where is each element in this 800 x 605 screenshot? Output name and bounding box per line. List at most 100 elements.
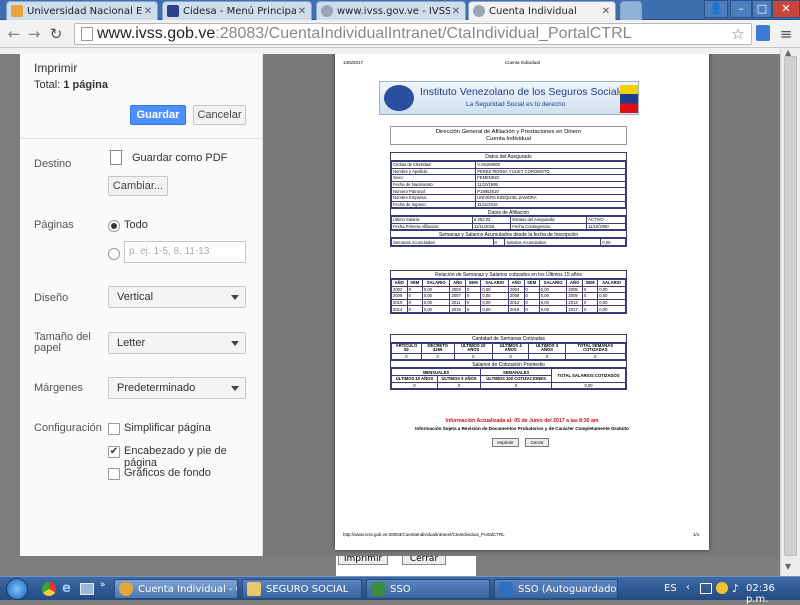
extension-icon[interactable] xyxy=(756,25,770,41)
table-cell: AÑO xyxy=(449,279,467,287)
star-icon[interactable]: ☆ xyxy=(728,24,748,44)
save-button[interactable]: Guardar xyxy=(130,105,186,125)
table-row: Fecha de Ingreso: 11/11/2016 xyxy=(390,200,626,209)
sec-afiliacion: Datos de Afiliación xyxy=(391,208,626,217)
table-cell: Fecha Primera Afiliación: xyxy=(390,222,474,231)
page-range-input[interactable]: p. ej. 1-5, 8, 11-13 xyxy=(124,241,246,263)
forward-icon[interactable]: → xyxy=(24,24,44,44)
clock[interactable]: 02:36 p.m. xyxy=(746,583,800,605)
table-cell: AÑO xyxy=(391,279,408,287)
table-cell: 0,00 xyxy=(480,305,509,313)
table-cell: 0,00 xyxy=(597,298,626,307)
table-cell: 0 xyxy=(523,285,540,294)
print-settings-panel: Imprimir Total: 1 página Guardar Cancela… xyxy=(20,54,263,556)
table-cell: 0 xyxy=(406,292,423,300)
cerrar-button[interactable]: Cerrar xyxy=(525,438,549,447)
minimize-button[interactable]: – xyxy=(730,0,752,18)
margins-select[interactable]: Predeterminado xyxy=(108,377,246,399)
maximize-button[interactable]: □ xyxy=(752,0,772,18)
tab-ivss[interactable]: www.ivss.gov.ve - IVSS Inst ✕ xyxy=(316,1,466,20)
user-icon[interactable]: 👤 xyxy=(704,0,728,18)
excel-icon xyxy=(371,582,385,596)
cidesa-favicon-icon xyxy=(167,5,179,17)
start-icon[interactable] xyxy=(6,578,28,600)
chrome-icon[interactable] xyxy=(42,582,56,596)
table-cell: 0 xyxy=(491,352,530,361)
new-tab-button[interactable] xyxy=(620,1,642,20)
table-cell: ÚLTIMOS 4 AÑOS xyxy=(491,343,530,354)
table-row: 2002 0 0,00 2003 0 0,00 2004 0 0,00 2005 0 0,00 xyxy=(391,285,626,294)
address-bar[interactable]: www.ivss.gob.ve:28083/CuentaIndividualIn… xyxy=(74,23,752,45)
sec-relacion: Relación de Semanas y Salarios cotizados… xyxy=(391,271,626,279)
behind-cerrar-button[interactable]: Cerrar xyxy=(402,556,446,565)
table-cell: FEMENINO xyxy=(475,174,626,182)
close-window-button[interactable]: ✕ xyxy=(772,0,800,18)
alert-icon[interactable] xyxy=(716,582,728,594)
table-row: Cédula de Identidad: V-25159006 xyxy=(390,161,626,169)
table-cell: 2016 xyxy=(507,305,525,313)
radio-todo[interactable] xyxy=(108,220,120,232)
paper-size-label: Tamaño del papel xyxy=(34,332,91,354)
simplify-checkbox[interactable] xyxy=(108,423,120,435)
table-row: Número Patronal: P19852510 xyxy=(390,187,626,195)
desktop-icon[interactable] xyxy=(80,583,94,595)
total-label: Total: xyxy=(34,79,61,91)
print-preview[interactable]: 13/6/2017 Cuenta Individual Instituto Ve… xyxy=(263,54,780,556)
info-note: Información Sujeta a Revisión de Documen… xyxy=(415,426,629,431)
table-cell: ÚLTIMOS 3 AÑOS xyxy=(528,343,566,354)
background-graphics-checkbox[interactable] xyxy=(108,468,120,480)
back-icon[interactable]: ← xyxy=(4,24,24,44)
table-cell: 2005 xyxy=(566,285,583,294)
page-scrollbar[interactable]: ▲ ▼ xyxy=(780,48,800,576)
table-cell: 0 xyxy=(581,292,599,300)
imprimir-button[interactable]: Imprimir xyxy=(492,438,519,447)
header-footer-checkbox[interactable]: ✔ xyxy=(108,446,120,458)
task-chrome[interactable]: Cuenta Individual - Go... xyxy=(114,579,238,599)
scroll-down-icon[interactable]: ▼ xyxy=(785,562,791,571)
table-row: 0 0 0 0,00 xyxy=(391,381,626,390)
task-excel[interactable]: SSO xyxy=(366,579,490,599)
relacion-table: AÑO SEM SALARIO AÑO SEM SALARIO AÑO SEM SALARIO A… xyxy=(391,279,626,313)
table-cell: 0,00 xyxy=(597,292,626,300)
reload-icon[interactable]: ↻ xyxy=(46,24,66,44)
close-icon[interactable]: ✕ xyxy=(600,6,612,17)
table-cell: 2006 xyxy=(391,292,408,300)
behind-imprimir-button[interactable]: Imprimir xyxy=(338,556,388,565)
more-icon[interactable]: » xyxy=(100,580,106,590)
close-icon[interactable]: ✕ xyxy=(450,6,462,17)
table-cell: 2002 xyxy=(391,285,408,294)
task-word[interactable]: SSO (Autoguardado) xyxy=(494,579,618,599)
table-cell: SEMANALES xyxy=(480,368,553,376)
tab-cidesa[interactable]: Cidesa - Menú Principal ✕ xyxy=(162,1,312,20)
tab-unexpo[interactable]: Universidad Nacional Experi ✕ xyxy=(6,1,158,20)
config-label: Configuración xyxy=(34,422,102,434)
change-destination-button[interactable]: Cambiar... xyxy=(108,176,168,196)
tray-lang[interactable]: ES xyxy=(664,583,677,594)
table-cell: 0 xyxy=(480,381,553,390)
sec-asegurado: Datos del Asegurado xyxy=(391,153,626,161)
volume-icon[interactable]: ♪ xyxy=(732,582,739,595)
tab-title: Cuenta Individual xyxy=(489,5,577,17)
network-icon[interactable] xyxy=(700,583,712,594)
table-row: 000000 xyxy=(391,352,627,361)
print-header-title: Cuenta Individual xyxy=(505,60,540,65)
menu-icon[interactable]: ≡ xyxy=(776,24,796,44)
table-cell: SALARIO xyxy=(538,279,568,287)
radio-range[interactable] xyxy=(108,248,120,260)
close-icon[interactable]: ✕ xyxy=(142,6,154,17)
table-cell: 0,00 xyxy=(551,381,626,390)
layout-select[interactable]: Vertical xyxy=(108,286,246,308)
table-row: Fecha Primera Afiliación: 11/11/2016 Fecha… xyxy=(390,222,626,231)
close-icon[interactable]: ✕ xyxy=(296,6,308,17)
task-label: SEGURO SOCIAL xyxy=(266,583,349,595)
table-cell: Sexo: xyxy=(390,174,477,182)
task-folder[interactable]: SEGURO SOCIAL xyxy=(242,579,362,599)
tab-cuenta-individual[interactable]: Cuenta Individual ✕ xyxy=(468,1,616,20)
tray-expand-icon[interactable]: ‹ xyxy=(686,582,690,593)
cancel-button[interactable]: Cancelar xyxy=(193,105,246,125)
table-cell: 2009 xyxy=(566,292,583,300)
ie-icon[interactable]: e xyxy=(62,582,76,596)
scroll-thumb[interactable] xyxy=(784,56,797,556)
table-cell: SEM xyxy=(465,279,482,287)
paper-size-select[interactable]: Letter xyxy=(108,332,246,354)
